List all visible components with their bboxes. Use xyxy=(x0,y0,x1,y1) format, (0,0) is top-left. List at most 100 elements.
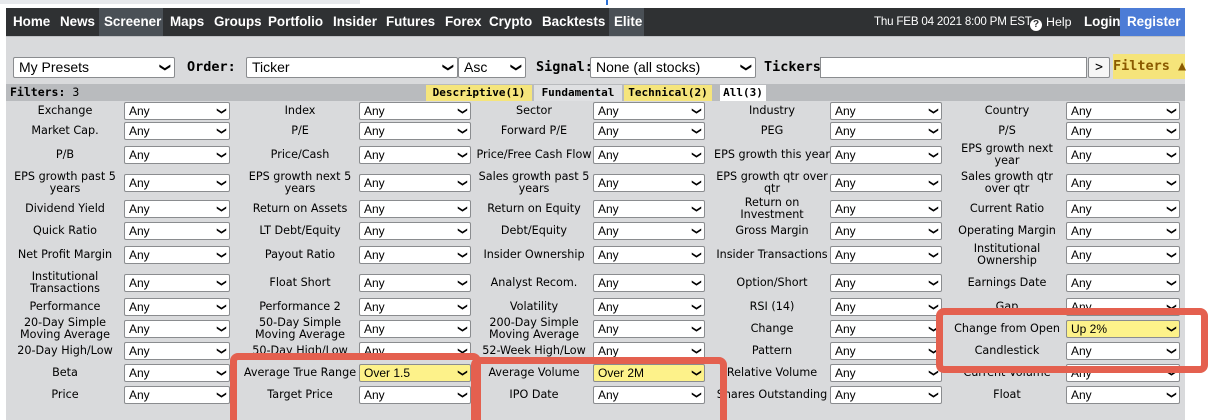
filter-select-current-ratio[interactable]: Any ❯ xyxy=(1066,200,1180,218)
filter-select-lt-debt-equity[interactable]: Any ❯ xyxy=(359,222,471,240)
nav-item-insider[interactable]: Insider xyxy=(328,8,379,36)
filter-select-sales-growth-qtr-over-qtr[interactable]: Any ❯ xyxy=(1066,174,1180,192)
filter-select-value: Any xyxy=(129,124,150,138)
filter-select-eps-growth-next-year[interactable]: Any ❯ xyxy=(1066,146,1180,164)
nav-item-elite[interactable]: Elite xyxy=(609,8,644,36)
filter-select-return-on-investment[interactable]: Any ❯ xyxy=(830,200,942,218)
filter-select-market-cap[interactable]: Any ❯ xyxy=(124,122,230,140)
nav-item-backtests[interactable]: Backtests xyxy=(537,8,607,36)
filter-select-operating-margin[interactable]: Any ❯ xyxy=(1066,222,1180,240)
nav-item-groups[interactable]: Groups xyxy=(209,8,262,36)
nav-item-maps[interactable]: Maps xyxy=(165,8,207,36)
nav-item-portfolio[interactable]: Portfolio xyxy=(263,8,326,36)
filter-select-change[interactable]: Any ❯ xyxy=(830,320,942,338)
presets-select[interactable]: My Presets ❯ xyxy=(13,57,175,78)
filter-select-debt-equity[interactable]: Any ❯ xyxy=(593,222,705,240)
filter-select-industry[interactable]: Any ❯ xyxy=(830,102,942,120)
filter-select-institutional-transactions[interactable]: Any ❯ xyxy=(124,274,230,292)
filter-select-return-on-assets[interactable]: Any ❯ xyxy=(359,200,471,218)
filters-toggle-button[interactable]: Filters ▲ xyxy=(1113,54,1186,79)
filter-select-insider-ownership[interactable]: Any ❯ xyxy=(593,246,705,264)
filter-select-shares-outstanding[interactable]: Any ❯ xyxy=(830,386,942,404)
filter-label-volatility: Volatility xyxy=(509,300,559,313)
filter-select-price-free-cash-flow[interactable]: Any ❯ xyxy=(593,146,705,164)
filter-select-earnings-date[interactable]: Any ❯ xyxy=(1066,274,1180,292)
filter-select-eps-growth-past-5-years[interactable]: Any ❯ xyxy=(124,174,230,192)
filter-select-index[interactable]: Any ❯ xyxy=(359,102,471,120)
filters-count: Filters: 3 xyxy=(10,84,79,101)
filter-select-50-day-simple-moving-average[interactable]: Any ❯ xyxy=(359,320,471,338)
help-link[interactable]: ? Help xyxy=(1030,8,1071,36)
nav-item-crypto[interactable]: Crypto xyxy=(484,8,535,36)
filter-label-eps-growth-this-year: EPS growth this year xyxy=(714,148,830,161)
chevron-down-icon: ❯ xyxy=(1166,279,1178,287)
filter-select-p-s[interactable]: Any ❯ xyxy=(1066,122,1180,140)
filter-select-beta[interactable]: Any ❯ xyxy=(124,364,230,382)
filter-select-option-short[interactable]: Any ❯ xyxy=(830,274,942,292)
filter-select-analyst-recom[interactable]: Any ❯ xyxy=(593,274,705,292)
filter-select-value: Any xyxy=(364,176,385,190)
filter-select-exchange[interactable]: Any ❯ xyxy=(124,102,230,120)
filter-select-dividend-yield[interactable]: Any ❯ xyxy=(124,200,230,218)
nav-item-forex[interactable]: Forex xyxy=(440,8,482,36)
filter-select-volatility[interactable]: Any ❯ xyxy=(593,298,705,316)
filter-select-20-day-high-low[interactable]: Any ❯ xyxy=(124,342,230,360)
filter-label-forward-p-e: Forward P/E xyxy=(500,124,568,137)
nav-item-news[interactable]: News xyxy=(55,8,97,36)
filter-select-gross-margin[interactable]: Any ❯ xyxy=(830,222,942,240)
filter-select-peg[interactable]: Any ❯ xyxy=(830,122,942,140)
chevron-down-icon: ❯ xyxy=(691,107,703,115)
tickers-input[interactable] xyxy=(820,57,1087,78)
filter-select-forward-p-e[interactable]: Any ❯ xyxy=(593,122,705,140)
filter-select-price[interactable]: Any ❯ xyxy=(124,386,230,404)
tab-fundamental[interactable]: Fundamental xyxy=(534,85,622,101)
filter-select-value: Any xyxy=(129,322,150,336)
filter-select-value: Any xyxy=(835,224,856,238)
filter-select-value: Any xyxy=(1071,248,1092,262)
filter-label-return-on-equity: Return on Equity xyxy=(487,202,581,215)
register-button[interactable]: Register xyxy=(1120,8,1185,36)
filter-select-20-day-simple-moving-average[interactable]: Any ❯ xyxy=(124,320,230,338)
filter-select-performance[interactable]: Any ❯ xyxy=(124,298,230,316)
filter-select-float[interactable]: Any ❯ xyxy=(1066,386,1180,404)
order-select[interactable]: Ticker ❯ xyxy=(246,57,458,78)
filter-select-p-b[interactable]: Any ❯ xyxy=(124,146,230,164)
filter-select-rsi-14[interactable]: Any ❯ xyxy=(830,298,942,316)
filter-select-country[interactable]: Any ❯ xyxy=(1066,102,1180,120)
filter-label-rsi-14: RSI (14) xyxy=(749,300,795,313)
filter-select-price-cash[interactable]: Any ❯ xyxy=(359,146,471,164)
filter-select-pattern[interactable]: Any ❯ xyxy=(830,342,942,360)
filter-select-value: Any xyxy=(835,322,856,336)
order-direction-value: Asc xyxy=(464,59,488,75)
filter-select-payout-ratio[interactable]: Any ❯ xyxy=(359,246,471,264)
filter-select-relative-volume[interactable]: Any ❯ xyxy=(830,364,942,382)
filter-select-net-profit-margin[interactable]: Any ❯ xyxy=(124,246,230,264)
order-direction-select[interactable]: Asc ❯ xyxy=(458,57,526,78)
filter-select-performance-2[interactable]: Any ❯ xyxy=(359,298,471,316)
signal-select[interactable]: None (all stocks) ❯ xyxy=(590,57,756,78)
filter-select-value: Any xyxy=(598,224,619,238)
filter-select-institutional-ownership[interactable]: Any ❯ xyxy=(1066,246,1180,264)
filter-select-200-day-simple-moving-average[interactable]: Any ❯ xyxy=(593,320,705,338)
tickers-go-button[interactable]: > xyxy=(1088,57,1110,78)
filter-select-eps-growth-this-year[interactable]: Any ❯ xyxy=(830,146,942,164)
nav-item-futures[interactable]: Futures xyxy=(381,8,438,36)
filter-label-eps-growth-next-year: EPS growth next year xyxy=(961,142,1053,167)
nav-item-home[interactable]: Home xyxy=(8,8,51,36)
chevron-down-icon: ❯ xyxy=(928,391,940,399)
nav-item-screener[interactable]: Screener xyxy=(99,8,163,36)
chevron-down-icon: ❯ xyxy=(1166,251,1178,259)
filter-select-eps-growth-next-5-years[interactable]: Any ❯ xyxy=(359,174,471,192)
filter-select-insider-transactions[interactable]: Any ❯ xyxy=(830,246,942,264)
filter-select-sector[interactable]: Any ❯ xyxy=(593,102,705,120)
tab-descriptive[interactable]: Descriptive(1) xyxy=(426,85,532,101)
filter-label-float-short: Float Short xyxy=(269,276,331,289)
filter-select-quick-ratio[interactable]: Any ❯ xyxy=(124,222,230,240)
filter-select-eps-growth-qtr-over-qtr[interactable]: Any ❯ xyxy=(830,174,942,192)
tab-all[interactable]: All(3) xyxy=(720,85,766,101)
filter-select-float-short[interactable]: Any ❯ xyxy=(359,274,471,292)
filter-select-p-e[interactable]: Any ❯ xyxy=(359,122,471,140)
tab-technical[interactable]: Technical(2) xyxy=(624,85,712,101)
filter-select-return-on-equity[interactable]: Any ❯ xyxy=(593,200,705,218)
filter-select-sales-growth-past-5-years[interactable]: Any ❯ xyxy=(593,174,705,192)
